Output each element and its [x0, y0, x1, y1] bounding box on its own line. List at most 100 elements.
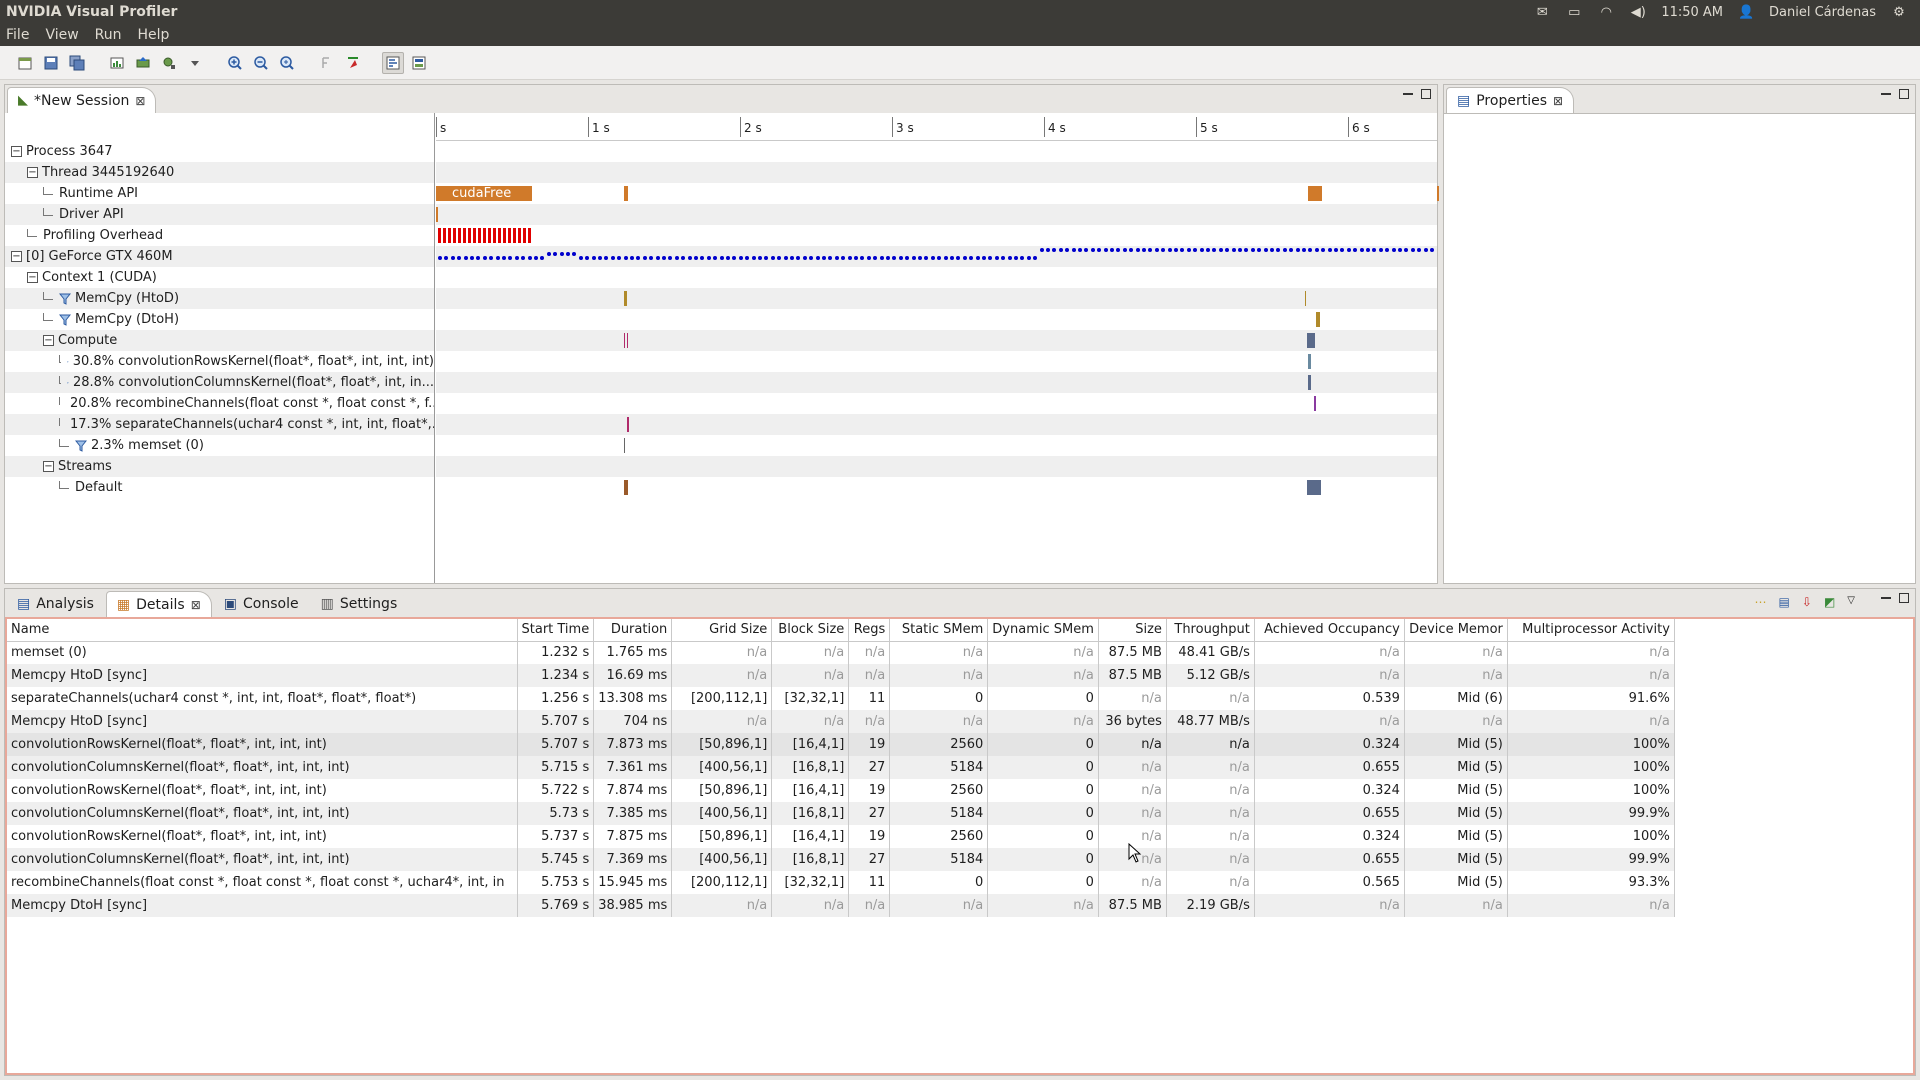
- table-row[interactable]: Memcpy HtoD [sync] 1.234 s 16.69 ms n/a n/a n…: [7, 664, 1675, 687]
- timeline-mark[interactable]: [627, 333, 628, 348]
- overhead-mark[interactable]: [438, 228, 441, 243]
- timeline-row[interactable]: [436, 414, 1437, 435]
- tree-row[interactable]: Default: [5, 477, 434, 498]
- timeline-row[interactable]: [436, 309, 1437, 330]
- save-all-button[interactable]: [66, 52, 88, 74]
- filter-icon[interactable]: [59, 293, 71, 305]
- tree-row[interactable]: − Streams: [5, 456, 434, 477]
- overhead-mark[interactable]: [513, 228, 516, 243]
- wifi-icon[interactable]: ◠: [1597, 5, 1615, 20]
- gear-icon[interactable]: ⚙: [1890, 5, 1908, 20]
- timeline-mark[interactable]: [624, 291, 627, 306]
- collapse-icon[interactable]: −: [43, 461, 54, 472]
- tab-new-session[interactable]: ◣ *New Session ⊠: [7, 87, 157, 113]
- table-row[interactable]: convolutionColumnsKernel(float*, float*,…: [7, 848, 1675, 871]
- tree-row[interactable]: − Context 1 (CUDA): [5, 267, 434, 288]
- save-button[interactable]: [40, 52, 62, 74]
- overhead-mark[interactable]: [483, 228, 486, 243]
- filter-icon[interactable]: [67, 356, 69, 368]
- tree-row[interactable]: − Process 3647: [5, 141, 434, 162]
- timeline-row[interactable]: [436, 288, 1437, 309]
- timeline-row[interactable]: [436, 267, 1437, 288]
- column-header[interactable]: Start Time: [517, 619, 595, 642]
- timeline-mark[interactable]: [1308, 186, 1322, 201]
- menu-help[interactable]: Help: [138, 27, 170, 43]
- maximize-button[interactable]: [1899, 89, 1909, 99]
- tree-row[interactable]: − Thread 3445192640: [5, 162, 434, 183]
- column-header[interactable]: Block Size: [771, 619, 850, 642]
- close-icon[interactable]: ⊠: [135, 94, 145, 108]
- overhead-mark[interactable]: [468, 228, 471, 243]
- overhead-mark[interactable]: [518, 228, 521, 243]
- overhead-mark[interactable]: [478, 228, 481, 243]
- analysis-mode-button[interactable]: [408, 52, 430, 74]
- column-header[interactable]: Static SMem: [889, 619, 989, 642]
- tree-row[interactable]: − Compute: [5, 330, 434, 351]
- table-row[interactable]: convolutionRowsKernel(float*, float*, in…: [7, 825, 1675, 848]
- timeline-row[interactable]: cudaFree: [436, 183, 1439, 204]
- column-header[interactable]: Dynamic SMem: [987, 619, 1099, 642]
- timeline-mark[interactable]: [627, 417, 629, 432]
- timeline-mark[interactable]: [1305, 291, 1306, 306]
- tree-row[interactable]: 20.8% recombineChannels(float const *, f…: [5, 393, 434, 414]
- clock[interactable]: 11:50 AM: [1661, 5, 1723, 20]
- table-row[interactable]: separateChannels(uchar4 const *, int, in…: [7, 687, 1675, 710]
- timeline-mark[interactable]: [1307, 333, 1315, 348]
- timeline-mode-button[interactable]: [382, 51, 404, 74]
- timeline-mark[interactable]: [1314, 396, 1316, 411]
- column-header[interactable]: Name: [7, 619, 518, 642]
- timeline-row[interactable]: [436, 246, 1437, 267]
- collapse-icon[interactable]: −: [27, 167, 38, 178]
- volume-icon[interactable]: ◀): [1629, 5, 1647, 20]
- filter-icon[interactable]: [75, 440, 87, 452]
- column-header[interactable]: Regs: [848, 619, 891, 642]
- tree-row[interactable]: 30.8% convolutionRowsKernel(float*, floa…: [5, 351, 434, 372]
- column-header[interactable]: Achieved Occupancy: [1254, 619, 1405, 642]
- zoom-in-button[interactable]: [224, 52, 246, 74]
- column-header[interactable]: Duration: [593, 619, 673, 642]
- chart-icon[interactable]: ◩: [1824, 595, 1835, 609]
- maximize-button[interactable]: [1421, 89, 1431, 99]
- table-row[interactable]: convolutionRowsKernel(float*, float*, in…: [7, 733, 1675, 756]
- tree-row[interactable]: 28.8% convolutionColumnsKernel(float*, f…: [5, 372, 434, 393]
- user-name[interactable]: Daniel Cárdenas: [1769, 5, 1876, 20]
- menu-view[interactable]: View: [45, 27, 78, 43]
- column-header[interactable]: Grid Size: [671, 619, 773, 642]
- table-row[interactable]: convolutionColumnsKernel(float*, float*,…: [7, 802, 1675, 825]
- export-button[interactable]: [132, 52, 154, 74]
- tree-row[interactable]: Driver API: [5, 204, 434, 225]
- timeline-row[interactable]: [436, 393, 1437, 414]
- tree-row[interactable]: MemCpy (DtoH): [5, 309, 434, 330]
- tab-properties[interactable]: ▤ Properties ⊠: [1446, 87, 1575, 113]
- timeline-row[interactable]: [436, 351, 1437, 372]
- overhead-mark[interactable]: [528, 228, 531, 243]
- table-row[interactable]: recombineChannels(float const *, float c…: [7, 871, 1675, 894]
- menu-run[interactable]: Run: [95, 27, 122, 43]
- tab-details[interactable]: ▦ Details ⊠: [105, 591, 212, 617]
- column-header[interactable]: Device Memor: [1404, 619, 1508, 642]
- cursor-arrow-button[interactable]: [342, 52, 364, 74]
- timeline-mark[interactable]: [624, 480, 628, 495]
- overhead-mark[interactable]: [458, 228, 461, 243]
- timeline-row[interactable]: [436, 225, 1437, 246]
- zoom-fit-button[interactable]: [276, 52, 298, 74]
- filter-icon[interactable]: [67, 377, 69, 389]
- overhead-mark[interactable]: [523, 228, 526, 243]
- menu-file[interactable]: File: [6, 27, 29, 43]
- tree-row[interactable]: 17.3% separateChannels(uchar4 const *, i…: [5, 414, 434, 435]
- timeline-row[interactable]: [436, 330, 1437, 351]
- overhead-mark[interactable]: [463, 228, 466, 243]
- timeline-mark[interactable]: [624, 438, 625, 453]
- timeline-row[interactable]: [436, 204, 1437, 225]
- timeline-row[interactable]: [436, 372, 1437, 393]
- timeline-row[interactable]: [436, 141, 1437, 162]
- tab-settings[interactable]: ▥ Settings: [310, 591, 408, 617]
- timeline-mark[interactable]: [624, 186, 628, 201]
- mail-icon[interactable]: ✉: [1533, 5, 1551, 20]
- column-header[interactable]: Size: [1098, 619, 1167, 642]
- table-row[interactable]: convolutionColumnsKernel(float*, float*,…: [7, 756, 1675, 779]
- new-session-button[interactable]: [14, 52, 36, 74]
- timeline-row[interactable]: [436, 477, 1437, 498]
- battery-icon[interactable]: ▭: [1565, 5, 1583, 20]
- timeline-mark[interactable]: [1307, 480, 1321, 495]
